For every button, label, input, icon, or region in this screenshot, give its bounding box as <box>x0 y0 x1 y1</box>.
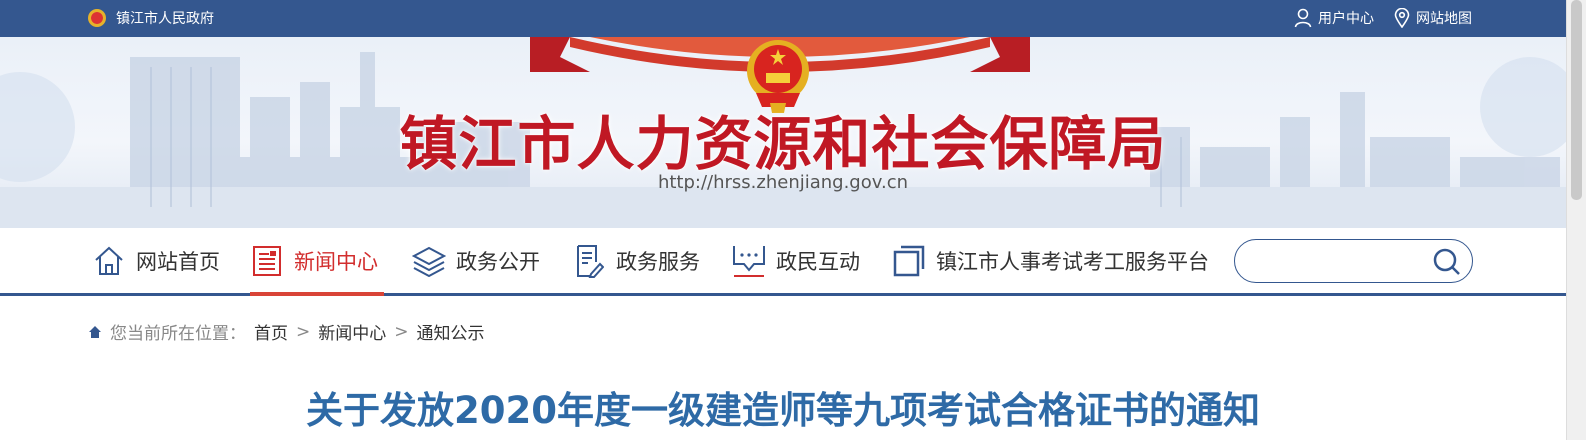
article-title: 关于发放2020年度一级建造师等九项考试合格证书的通知 <box>306 389 1260 432</box>
nav-item-interaction[interactable]: 政民互动 <box>732 228 860 293</box>
nav-label[interactable]: 网站首页 <box>136 246 220 276</box>
national-emblem-icon <box>88 9 106 27</box>
breadcrumb-home[interactable]: 首页 <box>254 319 288 344</box>
nav-item-news[interactable]: 新闻中心 <box>250 228 384 296</box>
scrollbar-thumb[interactable] <box>1571 0 1582 200</box>
search-input[interactable] <box>1251 250 1431 274</box>
breadcrumb-news[interactable]: 新闻中心 <box>318 319 386 344</box>
home-icon <box>89 325 101 338</box>
nav-label[interactable]: 新闻中心 <box>294 246 378 276</box>
sitemap-link[interactable]: 网站地图 <box>1394 8 1472 28</box>
nav-item-exam-platform[interactable]: 镇江市人事考试考工服务平台 <box>892 228 1209 293</box>
active-indicator <box>250 292 384 296</box>
document-edit-icon <box>572 244 606 278</box>
breadcrumb-notices[interactable]: 通知公示 <box>417 319 485 344</box>
site-title: 镇江市人力资源和社会保障局 <box>399 110 1167 178</box>
site-banner: 镇江市人力资源和社会保障局 http://hrss.zhenjiang.gov.… <box>0 37 1566 228</box>
breadcrumb-separator: > <box>296 321 311 342</box>
user-center-link[interactable]: 用户中心 <box>1294 8 1374 28</box>
breadcrumb: 您当前所在位置： 首页 > 新闻中心 > 通知公示 <box>88 319 485 344</box>
nav-item-gov-affairs[interactable]: 政务公开 <box>412 228 540 293</box>
search-icon[interactable] <box>1432 247 1462 277</box>
sitemap-label[interactable]: 网站地图 <box>1416 8 1472 28</box>
page-scrollbar[interactable] <box>1566 0 1586 440</box>
top-bar: 镇江市人民政府 用户中心 网站地图 <box>0 0 1566 37</box>
site-url: http://hrss.zhenjiang.gov.cn <box>657 172 909 193</box>
search-box[interactable] <box>1234 239 1473 283</box>
chat-icon <box>732 244 766 278</box>
gov-label[interactable]: 镇江市人民政府 <box>116 8 214 28</box>
location-pin-icon <box>1394 8 1410 28</box>
newspaper-icon <box>250 244 284 278</box>
nav-label[interactable]: 镇江市人事考试考工服务平台 <box>936 246 1209 276</box>
nav-label[interactable]: 政民互动 <box>776 246 860 276</box>
user-icon <box>1294 8 1312 28</box>
layers-icon <box>412 244 446 278</box>
gov-link[interactable]: 镇江市人民政府 <box>88 8 214 28</box>
nav-item-services[interactable]: 政务服务 <box>572 228 700 293</box>
nav-label[interactable]: 政务公开 <box>456 246 540 276</box>
nav-item-home[interactable]: 网站首页 <box>92 228 220 293</box>
window-icon <box>892 244 926 278</box>
home-icon <box>92 244 126 278</box>
breadcrumb-separator: > <box>394 321 409 342</box>
breadcrumb-prefix: 您当前所在位置： <box>110 324 246 344</box>
nav-label[interactable]: 政务服务 <box>616 246 700 276</box>
user-center-label[interactable]: 用户中心 <box>1318 8 1374 28</box>
